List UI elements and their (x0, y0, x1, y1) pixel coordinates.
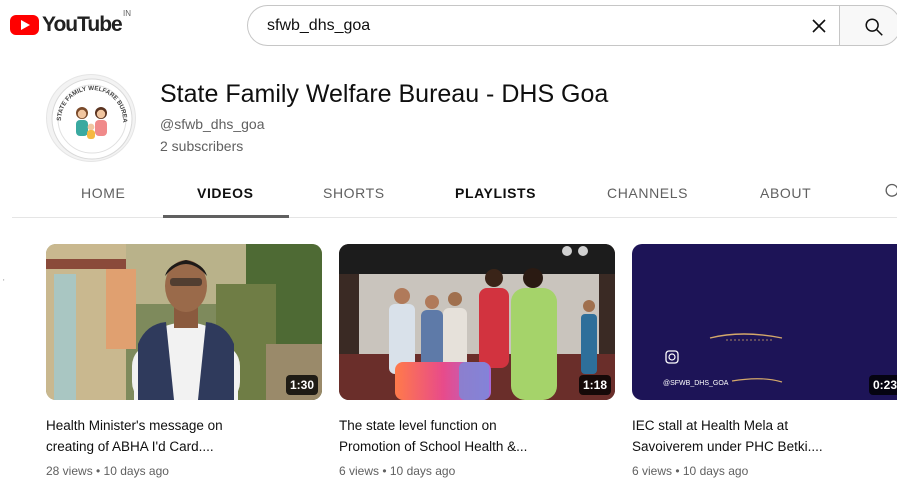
video-meta: 28 views • 10 days ago (46, 464, 169, 478)
channel-handle: @sfwb_dhs_goa (160, 116, 265, 132)
video-title-line-1: Health Minister's message on (46, 418, 223, 433)
video-card[interactable]: 1:30 Health Minister's message on creati… (46, 244, 322, 478)
video-meta: 6 views • 10 days ago (339, 464, 456, 478)
video-thumbnail[interactable]: 1:30 (46, 244, 322, 400)
video-title[interactable]: Health Minister's message on creating of… (46, 415, 322, 457)
country-code: IN (123, 9, 131, 18)
tab-channels[interactable]: CHANNELS (607, 185, 688, 201)
video-duration: 1:30 (285, 375, 318, 395)
thumbnail-caption: @SFWB_DHS_GOA (663, 380, 729, 387)
video-thumbnail[interactable]: @SFWB_DHS_GOA 0:23 (632, 244, 897, 400)
tab-playlists[interactable]: PLAYLISTS (455, 185, 536, 201)
search-box (247, 5, 839, 46)
video-thumbnail[interactable]: 1:18 (339, 244, 615, 400)
active-tab-indicator (163, 215, 289, 218)
video-card[interactable]: @SFWB_DHS_GOA 0:23 IEC stall at Health M… (632, 244, 897, 478)
video-title[interactable]: The state level function on Promotion of… (339, 415, 615, 457)
search-input[interactable] (267, 16, 787, 35)
video-title-line-2: Promotion of School Health &... (339, 439, 528, 454)
search-button[interactable] (839, 5, 897, 46)
video-title-line-2: creating of ABHA I'd Card.... (46, 439, 214, 454)
divider-mark: ' (3, 278, 5, 287)
video-card[interactable]: 1:18 The state level function on Promoti… (339, 244, 615, 478)
youtube-play-icon (10, 15, 39, 35)
video-title-line-2: Savoiverem under PHC Betki.... (632, 439, 823, 454)
top-bar: YouTube IN (0, 0, 897, 52)
video-title-line-1: IEC stall at Health Mela at (632, 418, 789, 433)
video-title[interactable]: IEC stall at Health Mela at Savoiverem u… (632, 415, 897, 457)
subscriber-count: 2 subscribers (160, 138, 244, 154)
channel-avatar[interactable]: STATE FAMILY WELFARE BUREAU (46, 74, 136, 162)
channel-name: State Family Welfare Bureau - DHS Goa (160, 80, 609, 108)
close-icon[interactable] (807, 14, 831, 38)
video-duration: 0:23 (868, 375, 897, 395)
video-duration: 1:18 (578, 375, 611, 395)
channel-search-icon[interactable] (882, 182, 897, 207)
tab-shorts[interactable]: SHORTS (323, 185, 385, 201)
tab-videos[interactable]: VIDEOS (197, 185, 254, 201)
video-title-line-1: The state level function on (339, 418, 497, 433)
channel-tabs: HOME VIDEOS SHORTS PLAYLISTS CHANNELS AB… (12, 168, 897, 218)
tab-about[interactable]: ABOUT (760, 185, 811, 201)
video-meta: 6 views • 10 days ago (632, 464, 749, 478)
tab-home[interactable]: HOME (81, 185, 125, 201)
youtube-logo[interactable]: YouTube IN (10, 9, 131, 37)
logo-text: YouTube (42, 13, 123, 36)
search-icon (865, 18, 883, 36)
